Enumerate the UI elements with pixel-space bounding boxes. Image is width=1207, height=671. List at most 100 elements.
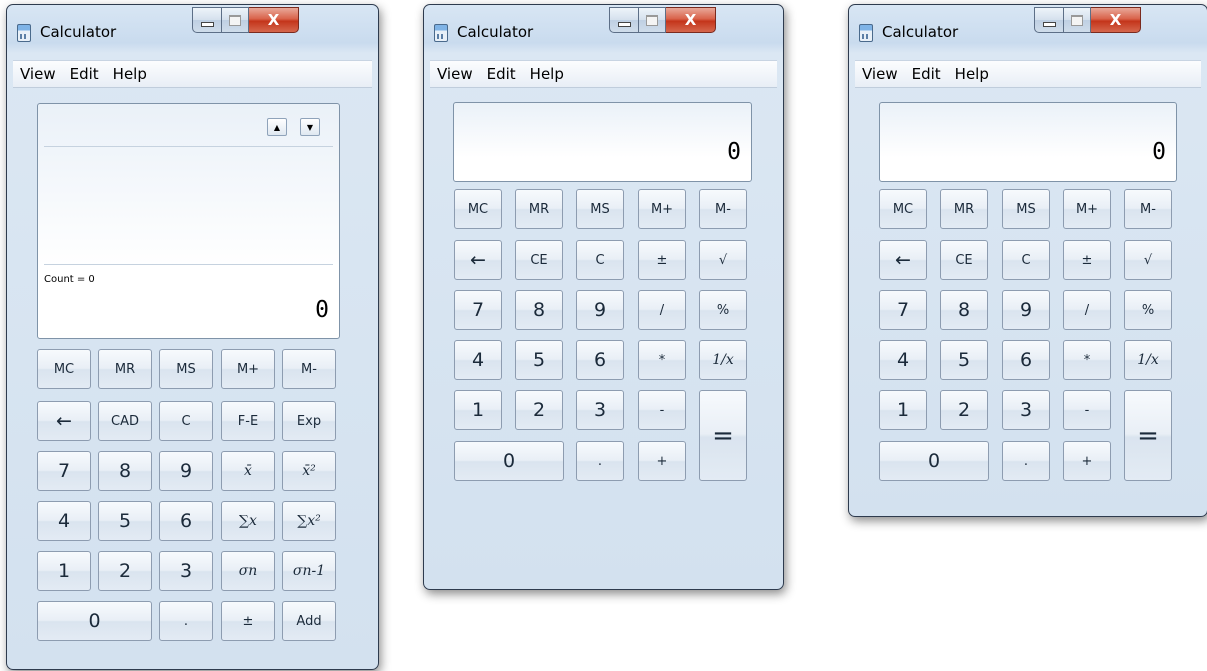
mr-button[interactable]: MR xyxy=(515,189,563,229)
4-button[interactable]: 4 xyxy=(454,340,502,380)
menu-help[interactable]: Help xyxy=(523,65,571,83)
4-button[interactable]: 4 xyxy=(879,340,927,380)
divide-button[interactable]: / xyxy=(638,290,686,330)
menu-edit[interactable]: Edit xyxy=(480,65,523,83)
mc-button[interactable]: MC xyxy=(454,189,502,229)
7-button[interactable]: 7 xyxy=(454,290,502,330)
minimize-icon[interactable] xyxy=(192,7,222,33)
minimize-icon[interactable] xyxy=(1034,7,1064,33)
3-button[interactable]: 3 xyxy=(159,551,213,591)
8-button[interactable]: 8 xyxy=(940,290,988,330)
c-button[interactable]: C xyxy=(576,240,624,280)
multiply-button[interactable]: * xyxy=(638,340,686,380)
decimal-button[interactable]: . xyxy=(1002,441,1050,481)
9-button[interactable]: 9 xyxy=(576,290,624,330)
equals-button[interactable]: = xyxy=(699,390,747,481)
2-button[interactable]: 2 xyxy=(98,551,152,591)
m-plus-button[interactable]: M+ xyxy=(638,189,686,229)
8-button[interactable]: 8 xyxy=(98,451,152,491)
reciprocal-button[interactable]: 1/x xyxy=(699,340,747,380)
backspace-button[interactable]: ← xyxy=(879,240,927,280)
3-button[interactable]: 3 xyxy=(576,390,624,430)
m-minus-button[interactable]: M- xyxy=(699,189,747,229)
decimal-button[interactable]: . xyxy=(576,441,624,481)
sqrt-button[interactable]: √ xyxy=(699,240,747,280)
menu-edit[interactable]: Edit xyxy=(905,65,948,83)
6-button[interactable]: 6 xyxy=(1002,340,1050,380)
mean-button[interactable]: x̄ xyxy=(221,451,275,491)
4-button[interactable]: 4 xyxy=(37,501,91,541)
ms-button[interactable]: MS xyxy=(576,189,624,229)
m-plus-button[interactable]: M+ xyxy=(1063,189,1111,229)
minus-button[interactable]: - xyxy=(1063,390,1111,430)
divide-button[interactable]: / xyxy=(1063,290,1111,330)
title-bar[interactable]: Calculator X xyxy=(424,5,783,57)
plus-minus-button[interactable]: ± xyxy=(1063,240,1111,280)
1-button[interactable]: 1 xyxy=(37,551,91,591)
menu-help[interactable]: Help xyxy=(106,65,154,83)
7-button[interactable]: 7 xyxy=(879,290,927,330)
mr-button[interactable]: MR xyxy=(940,189,988,229)
add-button[interactable]: Add xyxy=(282,601,336,641)
plus-button[interactable]: + xyxy=(638,441,686,481)
0-button[interactable]: 0 xyxy=(879,441,989,481)
decimal-button[interactable]: . xyxy=(159,601,213,641)
0-button[interactable]: 0 xyxy=(454,441,564,481)
minimize-icon[interactable] xyxy=(609,7,639,33)
sum-x-button[interactable]: ∑x xyxy=(221,501,275,541)
ms-button[interactable]: MS xyxy=(1002,189,1050,229)
maximize-icon[interactable] xyxy=(1064,7,1091,33)
3-button[interactable]: 3 xyxy=(1002,390,1050,430)
6-button[interactable]: 6 xyxy=(576,340,624,380)
2-button[interactable]: 2 xyxy=(515,390,563,430)
title-bar[interactable]: Calculator X xyxy=(849,5,1207,57)
mc-button[interactable]: MC xyxy=(879,189,927,229)
title-bar[interactable]: Calculator X xyxy=(7,5,378,57)
5-button[interactable]: 5 xyxy=(515,340,563,380)
ms-button[interactable]: MS xyxy=(159,349,213,389)
8-button[interactable]: 8 xyxy=(515,290,563,330)
mr-button[interactable]: MR xyxy=(98,349,152,389)
5-button[interactable]: 5 xyxy=(940,340,988,380)
maximize-icon[interactable] xyxy=(222,7,249,33)
9-button[interactable]: 9 xyxy=(1002,290,1050,330)
c-button[interactable]: C xyxy=(159,401,213,441)
percent-button[interactable]: % xyxy=(1124,290,1172,330)
sqrt-button[interactable]: √ xyxy=(1124,240,1172,280)
close-icon[interactable]: X xyxy=(249,7,299,33)
maximize-icon[interactable] xyxy=(639,7,666,33)
ce-button[interactable]: CE xyxy=(940,240,988,280)
backspace-button[interactable]: ← xyxy=(454,240,502,280)
backspace-button[interactable]: ← xyxy=(37,401,91,441)
multiply-button[interactable]: * xyxy=(1063,340,1111,380)
sum-x-squared-button[interactable]: ∑x² xyxy=(282,501,336,541)
plus-minus-button[interactable]: ± xyxy=(638,240,686,280)
close-icon[interactable]: X xyxy=(1091,7,1141,33)
2-button[interactable]: 2 xyxy=(940,390,988,430)
reciprocal-button[interactable]: 1/x xyxy=(1124,340,1172,380)
mean-of-squares-button[interactable]: x̄² xyxy=(282,451,336,491)
menu-view[interactable]: View xyxy=(13,65,63,83)
sigma-n-button[interactable]: σn xyxy=(221,551,275,591)
f-e-button[interactable]: F-E xyxy=(221,401,275,441)
c-button[interactable]: C xyxy=(1002,240,1050,280)
9-button[interactable]: 9 xyxy=(159,451,213,491)
menu-view[interactable]: View xyxy=(855,65,905,83)
m-minus-button[interactable]: M- xyxy=(282,349,336,389)
close-icon[interactable]: X xyxy=(666,7,716,33)
sigma-n-1-button[interactable]: σn-1 xyxy=(282,551,336,591)
plus-button[interactable]: + xyxy=(1063,441,1111,481)
exp-button[interactable]: Exp xyxy=(282,401,336,441)
menu-help[interactable]: Help xyxy=(948,65,996,83)
5-button[interactable]: 5 xyxy=(98,501,152,541)
m-plus-button[interactable]: M+ xyxy=(221,349,275,389)
ce-button[interactable]: CE xyxy=(515,240,563,280)
plus-minus-button[interactable]: ± xyxy=(221,601,275,641)
0-button[interactable]: 0 xyxy=(37,601,152,641)
mc-button[interactable]: MC xyxy=(37,349,91,389)
arrow-up-icon[interactable]: ▲ xyxy=(267,118,287,136)
7-button[interactable]: 7 xyxy=(37,451,91,491)
1-button[interactable]: 1 xyxy=(454,390,502,430)
menu-edit[interactable]: Edit xyxy=(63,65,106,83)
minus-button[interactable]: - xyxy=(638,390,686,430)
